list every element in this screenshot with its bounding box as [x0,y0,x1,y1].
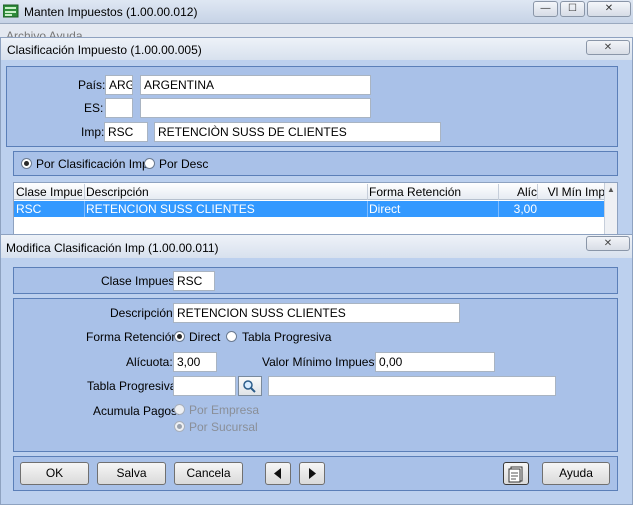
tabla-label: Tabla Progresiva: [87,379,180,393]
grid-scrollbar[interactable]: ▲ [604,183,617,236]
next-button[interactable] [299,462,325,485]
vmin-label: Valor Mínimo Impuesto: [262,355,388,369]
tabla-search-button[interactable] [238,376,262,396]
modifica-title: Modifica Clasificación Imp (1.00.00.011) [6,241,219,255]
radio-por-desc[interactable] [144,158,155,169]
radio-acumula-empresa-label[interactable]: Por Empresa [189,402,259,418]
ayuda-button[interactable]: Ayuda [542,462,610,485]
grid-col-descripcion[interactable]: Descripción [84,184,366,200]
clasificacion-title: Clasificación Impuesto (1.00.00.005) [7,43,202,57]
close-button[interactable]: ✕ [587,1,631,17]
document-icon [508,466,523,483]
grid-cell-alic: 3,00 [498,201,539,217]
arrow-right-icon [309,468,316,479]
radio-forma-tabla-label[interactable]: Tabla Progresiva [242,329,331,345]
acumula-label: Acumula Pagos: [93,404,181,418]
radio-acumula-empresa[interactable] [174,404,185,415]
table-row[interactable]: RSC RETENCION SUSS CLIENTES Direct 3,00 [14,201,604,217]
grid-header: Clase Impuest Descripción Forma Retenció… [14,183,605,200]
pais-name-field[interactable]: ARGENTINA [140,75,371,95]
ok-button[interactable]: OK [20,462,89,485]
maximize-button[interactable]: ☐ [560,1,585,17]
clase-field[interactable]: RSC [173,271,215,291]
clase-label: Clase Impuest: [101,274,182,288]
main-menu-bar: Archivo Ayuda [0,24,633,38]
grid-cell-clase: RSC [16,202,42,216]
tabla-code-field[interactable] [173,376,236,396]
radio-forma-tabla[interactable] [226,331,237,342]
es-name-field[interactable] [140,98,371,118]
clasificacion-grid: Clase Impuest Descripción Forma Retenció… [13,182,618,237]
scroll-up-icon[interactable]: ▲ [607,185,615,194]
cancela-button[interactable]: Cancela [174,462,243,485]
radio-acumula-sucursal[interactable] [174,421,185,432]
grid-col-clase[interactable]: Clase Impuest [16,184,82,200]
prev-button[interactable] [265,462,291,485]
notes-button[interactable] [503,462,529,485]
modifica-close-button[interactable]: ✕ [586,236,630,251]
grid-cell-descripcion: RETENCION SUSS CLIENTES [84,201,366,217]
salva-button[interactable]: Salva [97,462,166,485]
imp-label: Imp: [81,125,105,139]
imp-name-field[interactable]: RETENCIÒN SUSS DE CLIENTES [154,122,441,142]
pais-label: País: [78,78,106,92]
main-window-title: Manten Impuestos (1.00.00.012) [24,5,198,19]
imp-code-field[interactable]: RSC [104,122,148,142]
tabla-desc-field[interactable] [268,376,556,396]
vmin-field[interactable]: 0,00 [375,352,495,372]
app-icon [2,4,19,18]
radio-forma-direct[interactable] [174,331,185,342]
grid-col-alic[interactable]: Alíc [498,184,539,200]
es-code-field[interactable] [105,98,133,118]
radio-forma-direct-label[interactable]: Direct [189,329,220,345]
forma-label: Forma Retención: [86,330,182,344]
grid-col-vlmin[interactable]: Vl Mín Imp [537,184,605,200]
pais-code-field[interactable]: ARG [105,75,133,95]
es-label: ES: [84,101,104,115]
desc-field[interactable]: RETENCION SUSS CLIENTES [173,303,460,323]
clasificacion-close-button[interactable]: ✕ [586,40,630,55]
grid-cell-forma: Direct [367,201,499,217]
grid-col-forma[interactable]: Forma Retención [367,184,499,200]
minimize-button[interactable]: — [533,1,558,17]
desc-label: Descripción: [110,306,177,320]
search-icon [243,380,256,393]
modifica-title-bar: Modifica Clasificación Imp (1.00.00.011)… [1,235,632,258]
alicuota-field[interactable]: 3,00 [173,352,217,372]
radio-acumula-sucursal-label[interactable]: Por Sucursal [189,419,258,435]
radio-por-clasificacion-label[interactable]: Por Clasificación Imp [36,156,149,172]
main-title-bar: Manten Impuestos (1.00.00.012) — ☐ ✕ [0,0,633,24]
radio-por-clasificacion[interactable] [21,158,32,169]
clasificacion-title-bar: Clasificación Impuesto (1.00.00.005) ✕ [1,38,632,60]
arrow-left-icon [274,468,281,479]
radio-por-desc-label[interactable]: Por Desc [159,156,208,172]
alicuota-label: Alícuota: [126,355,173,369]
